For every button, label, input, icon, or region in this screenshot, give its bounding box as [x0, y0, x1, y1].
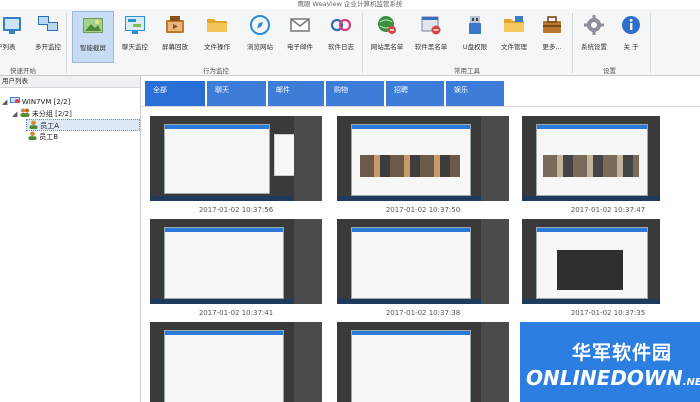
group-label-behavior: 行为监控: [203, 67, 229, 75]
group-label-settings: 设置: [603, 67, 616, 75]
tab-email[interactable]: 邮件: [268, 81, 324, 106]
group-separator: [362, 13, 363, 73]
screenshot-timestamp: 2017-01-02 10:37:47: [570, 206, 646, 214]
user-icon: [28, 131, 37, 140]
toolbar-browser-button[interactable]: 浏览网站: [246, 11, 274, 61]
software-blacklist-icon: [421, 16, 441, 35]
toolbar-about-button[interactable]: 关 于: [618, 11, 644, 61]
group-separator: [650, 13, 651, 73]
group-icon: [20, 108, 30, 117]
tree-node-group[interactable]: ◢ 未分组 [2/2]: [12, 108, 72, 118]
tab-all[interactable]: 全部: [145, 81, 205, 106]
group-label-quick-start: 快速开始: [10, 67, 36, 75]
group-label-tools: 常用工具: [454, 67, 480, 75]
user-list-panel: 用户列表 ◢ WIN7VM [2/2] ◢ 未分组 [2/2] 员工A 员工B: [0, 76, 141, 402]
tab-chat[interactable]: 聊天: [207, 81, 266, 106]
file-manage-icon: [504, 16, 524, 32]
toolbar-playback-button[interactable]: 屏幕回放: [160, 11, 190, 61]
toolbar-file-manage-button[interactable]: 文件管理: [500, 11, 528, 61]
user-list-header: 用户列表: [0, 76, 140, 88]
screenshot-timestamp: 2017-01-02 10:37:35: [570, 309, 646, 317]
usb-icon: [469, 16, 481, 34]
screenshot-thumbnail[interactable]: [337, 116, 509, 201]
gear-icon: [584, 15, 604, 35]
tree-node-employee-a[interactable]: 员工A: [26, 119, 140, 131]
browser-icon: [250, 15, 270, 35]
toolbar-settings-button[interactable]: 系统设置: [580, 11, 608, 61]
toolbar-usb-button[interactable]: U盘权限: [460, 11, 490, 61]
group-separator: [66, 13, 67, 73]
screenshot-thumbnail[interactable]: [150, 116, 322, 201]
tab-entertainment[interactable]: 娱乐: [446, 81, 504, 106]
toolbar-website-blacklist-button[interactable]: 网站黑名单: [371, 11, 403, 61]
screenshot-timestamp: 2017-01-02 10:37:41: [198, 309, 274, 317]
folder-icon: [207, 19, 227, 32]
playback-icon: [166, 16, 184, 33]
toolbar-software-log-button[interactable]: 软件日志: [326, 11, 356, 61]
tab-divider: [141, 106, 700, 107]
chat-monitor-icon: [125, 16, 145, 34]
info-icon: [622, 16, 640, 34]
toolbar-file-ops-button[interactable]: 文件操作: [202, 11, 232, 61]
ribbon-toolbar: 户列表 多开监控 智能截屏 聊天监控 屏幕回放 文件操作 浏览网站 电子邮件 软…: [0, 9, 700, 76]
user-icon: [29, 120, 38, 129]
tree-node-employee-b[interactable]: 员工B: [28, 131, 58, 141]
toolbar-user-list-button[interactable]: 户列表: [0, 11, 24, 61]
toolbar-multi-monitor-button[interactable]: 多开监控: [34, 11, 62, 61]
title-bar: 鹰眼 WeaView 企业计算机监管系统: [0, 0, 700, 9]
multi-monitor-icon: [38, 16, 58, 31]
website-blacklist-icon: [378, 16, 396, 34]
screenshot-thumbnail[interactable]: [522, 116, 700, 201]
watermark-logo: 华军软件园 ONLINEDOWN.NET: [520, 322, 700, 402]
group-separator: [572, 13, 573, 73]
user-list-icon: [3, 17, 21, 34]
tree-node-computer[interactable]: ◢ WIN7VM [2/2]: [2, 97, 70, 107]
window-title: 鹰眼 WeaView 企业计算机监管系统: [297, 0, 403, 8]
toolbar-more-button[interactable]: 更多...: [538, 11, 566, 61]
tab-recruit[interactable]: 招聘: [386, 81, 444, 106]
screenshot-thumbnail[interactable]: [337, 219, 509, 304]
computer-icon: [9, 97, 20, 103]
collapse-arrow-icon[interactable]: ◢: [2, 98, 7, 106]
screenshot-timestamp: 2017-01-02 10:37:50: [385, 206, 461, 214]
screenshot-thumbnail[interactable]: [337, 322, 509, 402]
screenshot-thumbnail[interactable]: [150, 322, 322, 402]
toolbar-screenshot-button[interactable]: 智能截屏: [72, 11, 114, 63]
screenshot-thumbnail[interactable]: [150, 219, 322, 304]
toolbar-email-button[interactable]: 电子邮件: [286, 11, 314, 61]
tab-shopping[interactable]: 购物: [326, 81, 384, 106]
screenshot-timestamp: 2017-01-02 10:37:56: [198, 206, 274, 214]
more-icon: [543, 16, 561, 33]
screenshot-timestamp: 2017-01-02 10:37:38: [385, 309, 461, 317]
collapse-arrow-icon[interactable]: ◢: [12, 110, 17, 118]
screenshot-thumbnail[interactable]: [522, 219, 700, 304]
toolbar-software-blacklist-button[interactable]: 软件黑名单: [415, 11, 447, 61]
email-icon: [290, 18, 310, 32]
toolbar-chat-monitor-button[interactable]: 聊天监控: [120, 11, 150, 61]
software-log-icon: [330, 18, 352, 32]
screenshot-icon: [83, 18, 103, 33]
